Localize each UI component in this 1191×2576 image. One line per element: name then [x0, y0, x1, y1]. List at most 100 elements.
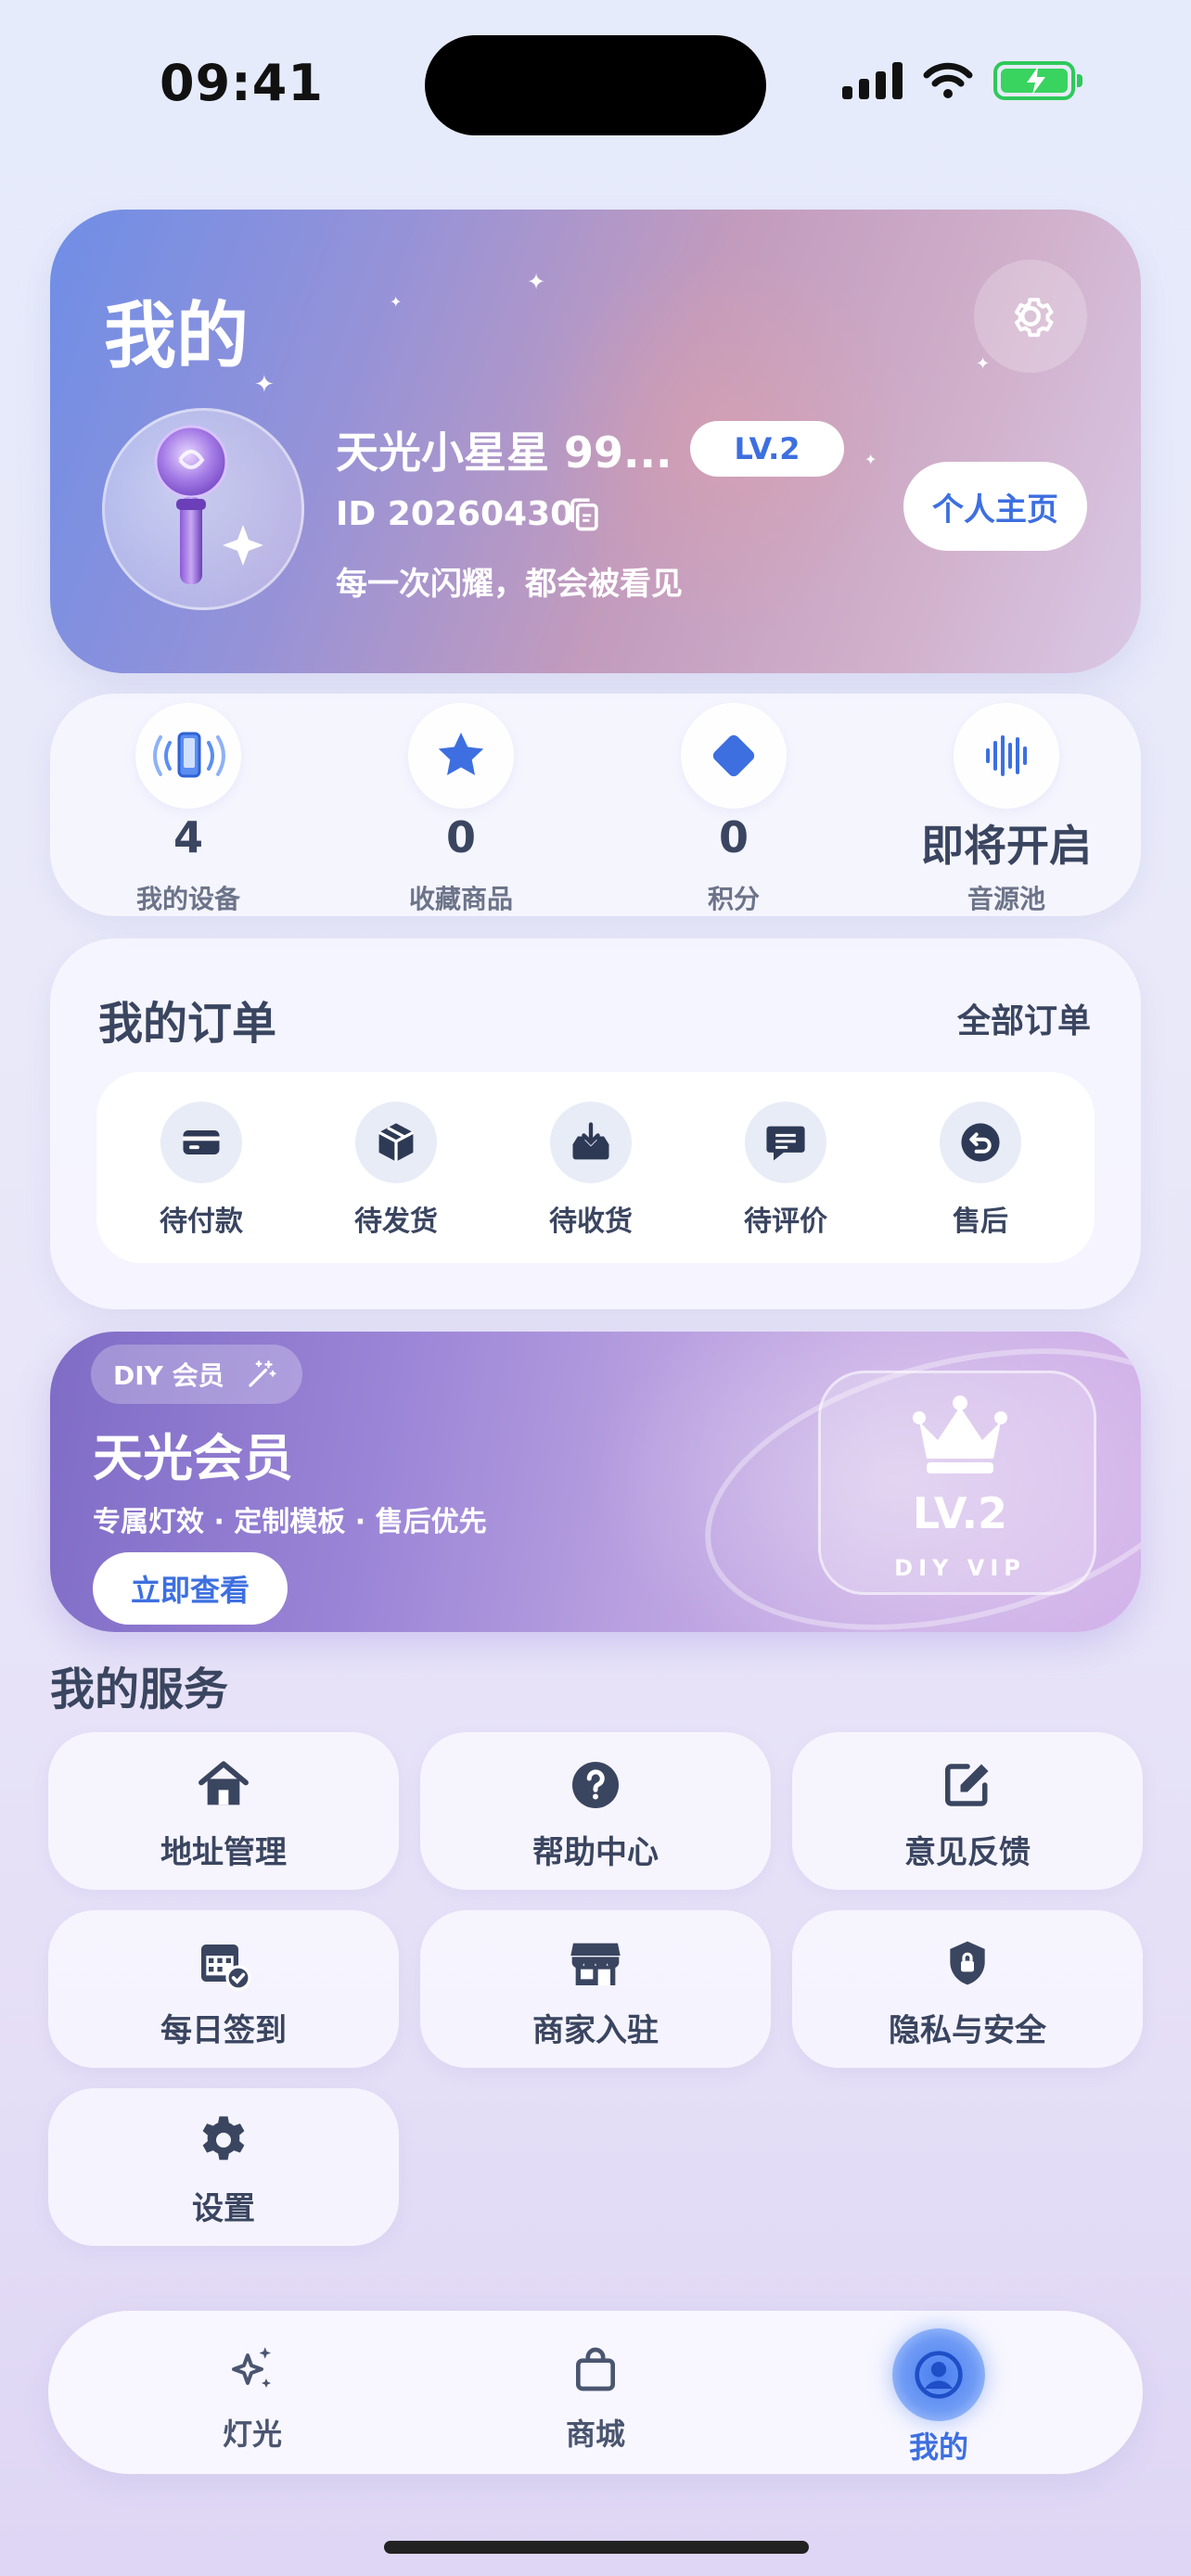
- username: 天光小星星 99...: [336, 427, 672, 478]
- sound-wave-icon: [954, 703, 1059, 809]
- service-label: 每日签到: [160, 2012, 287, 2049]
- service-merchant[interactable]: 商家入驻: [420, 1910, 771, 2068]
- service-label: 地址管理: [160, 1834, 287, 1871]
- stat-devices[interactable]: 4 我的设备: [52, 694, 325, 916]
- stat-value: 0: [445, 812, 476, 862]
- edit-icon: [945, 1764, 989, 1806]
- avatar[interactable]: [102, 408, 304, 610]
- cellular-signal-icon: [842, 62, 903, 99]
- service-privacy[interactable]: 隐私与安全: [792, 1910, 1143, 2068]
- service-label: 帮助中心: [532, 1834, 659, 1871]
- stats-card: 4 我的设备 0 收藏商品 0 积分 即将开启 音源池: [50, 694, 1141, 916]
- tab-label: 灯光: [222, 2417, 282, 2452]
- gear-icon: [1015, 298, 1054, 338]
- tab-lights[interactable]: 灯光: [113, 2311, 391, 2474]
- status-bar: 09:41: [0, 0, 1191, 176]
- glow-stick-icon: [154, 425, 263, 584]
- diamond-icon: [681, 703, 787, 809]
- inbox-icon: [550, 1102, 632, 1183]
- crown-icon: [913, 1396, 1007, 1473]
- tab-label: 我的: [908, 2429, 968, 2465]
- tab-mall[interactable]: 商城: [456, 2311, 735, 2474]
- status-time: 09:41: [160, 54, 324, 112]
- stat-label: 收藏商品: [408, 884, 513, 914]
- stat-label: 音源池: [967, 884, 1045, 914]
- user-icon: [892, 2328, 985, 2421]
- card-icon: [160, 1102, 242, 1183]
- sparkle-decoration: ✦: [527, 269, 546, 295]
- service-label: 隐私与安全: [889, 2012, 1046, 2049]
- service-label: 设置: [192, 2190, 255, 2227]
- all-orders-link[interactable]: 全部订单: [957, 994, 1091, 1042]
- stat-value: 即将开启: [921, 821, 1092, 871]
- order-label: 待付款: [160, 1205, 243, 1238]
- order-label: 待收货: [549, 1205, 633, 1238]
- vip-subtitle: 专属灯效 · 定制模板 · 售后优先: [93, 1506, 487, 1538]
- stat-sound-pool[interactable]: 即将开启 音源池: [870, 694, 1143, 916]
- order-pending-payment[interactable]: 待付款: [104, 1072, 299, 1263]
- stat-points[interactable]: 0 积分: [597, 694, 870, 916]
- vip-level-card: LV.2 DIY VIP: [818, 1371, 1096, 1595]
- orders-title: 我的订单: [98, 998, 277, 1050]
- vip-tag-label: DIY 会员: [113, 1360, 224, 1391]
- level-badge: LV.2: [690, 421, 844, 477]
- service-label: 商家入驻: [532, 2012, 659, 2049]
- order-after-sales[interactable]: 售后: [883, 1072, 1078, 1263]
- vip-view-button[interactable]: 立即查看: [93, 1552, 288, 1625]
- home-indicator: [384, 2541, 809, 2554]
- service-label: 意见反馈: [904, 1834, 1031, 1871]
- stat-value: 4: [173, 812, 203, 862]
- vip-level: LV.2: [912, 1488, 1008, 1538]
- vip-tag: DIY 会员: [91, 1345, 302, 1404]
- order-label: 待发货: [354, 1205, 438, 1238]
- magic-wand-icon: [249, 1360, 276, 1387]
- gear-icon: [202, 2116, 245, 2161]
- services-title: 我的服务: [50, 1664, 229, 1715]
- question-icon: [572, 1762, 619, 1808]
- stat-favorites[interactable]: 0 收藏商品: [325, 694, 597, 916]
- vip-badge-subtitle: DIY VIP: [894, 1555, 1026, 1581]
- sparkle-decoration: ✦: [976, 354, 991, 374]
- order-label: 售后: [953, 1205, 1008, 1238]
- order-pending-review[interactable]: 待评价: [688, 1072, 883, 1263]
- orders-card: 我的订单 全部订单 待付款 待发货 待收货 待评价 售后: [50, 938, 1141, 1309]
- box-icon: [355, 1102, 437, 1183]
- tab-me[interactable]: 我的: [800, 2311, 1078, 2474]
- vip-banner[interactable]: DIY 会员 天光会员 专属灯效 · 定制模板 · 售后优先 立即查看 LV.2…: [50, 1332, 1141, 1632]
- vip-title: 天光会员: [93, 1429, 293, 1487]
- page-title: 我的: [104, 295, 250, 378]
- tab-label: 商城: [565, 2417, 625, 2452]
- dynamic-island: [425, 35, 766, 135]
- battery-icon: [993, 61, 1082, 100]
- sparkle-icon: [232, 2347, 271, 2388]
- profile-home-button[interactable]: 个人主页: [903, 462, 1087, 551]
- service-feedback[interactable]: 意见反馈: [792, 1732, 1143, 1890]
- wifi-icon: [923, 62, 973, 98]
- order-pending-shipment[interactable]: 待发货: [299, 1072, 493, 1263]
- user-id: ID 20260430: [336, 495, 574, 533]
- order-status-row: 待付款 待发货 待收货 待评价 售后: [96, 1072, 1095, 1263]
- copy-icon[interactable]: [564, 493, 605, 534]
- service-checkin[interactable]: 每日签到: [48, 1910, 399, 2068]
- service-settings[interactable]: 设置: [48, 2088, 399, 2246]
- service-help[interactable]: 帮助中心: [420, 1732, 771, 1890]
- stat-label: 我的设备: [135, 884, 240, 914]
- settings-button[interactable]: [974, 260, 1087, 373]
- stat-value: 0: [718, 812, 749, 862]
- profile-card: ✦ ✦ ✦ ✦ ✦ 我的 天光小星星 99... LV.2 ID 2026043…: [50, 210, 1141, 673]
- sparkle-decoration: ✦: [254, 371, 275, 399]
- return-icon: [940, 1102, 1021, 1183]
- store-icon: [570, 1943, 621, 1985]
- order-label: 待评价: [744, 1205, 827, 1238]
- service-address[interactable]: 地址管理: [48, 1732, 399, 1890]
- status-icons: [842, 61, 1082, 100]
- calendar-check-icon: [201, 1945, 251, 1991]
- order-pending-receipt[interactable]: 待收货: [493, 1072, 688, 1263]
- shopping-bag-icon: [576, 2347, 615, 2391]
- comment-icon: [745, 1102, 826, 1183]
- shield-lock-icon: [950, 1941, 985, 1985]
- sparkle-decoration: ✦: [864, 451, 877, 468]
- phone-signal-icon: [135, 703, 241, 809]
- house-icon: [198, 1761, 249, 1805]
- tab-bar: 灯光 商城 我的: [48, 2311, 1143, 2474]
